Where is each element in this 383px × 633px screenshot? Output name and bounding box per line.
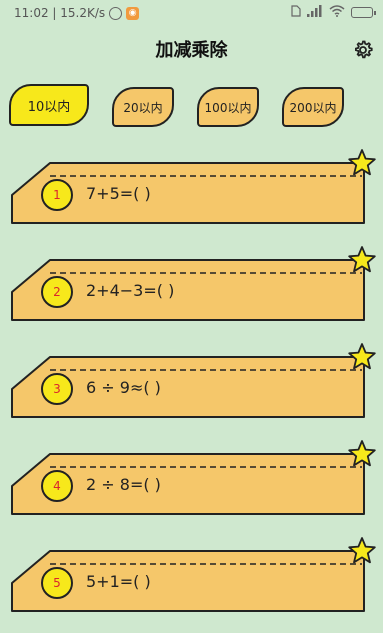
sim-icon (291, 5, 301, 20)
app-icon: ◉ (126, 6, 140, 20)
question-card[interactable]: 1 7+5=( ) (10, 149, 376, 230)
tab-within-10[interactable]: 10以内 (9, 84, 89, 126)
alarm-icon (109, 6, 123, 20)
question-number: 2 (53, 285, 61, 299)
star-icon[interactable] (347, 148, 377, 178)
tab-label: 200以内 (289, 100, 337, 115)
tab-within-100[interactable]: 100以内 (197, 87, 259, 127)
status-left: 11:02 | 15.2K/s ◉ (14, 6, 140, 20)
page-title: 加减乘除 (155, 40, 228, 61)
question-expression: 6 ÷ 9≈( ) (86, 378, 161, 397)
range-tabs: 10以内 20以内 100以内 200以内 (0, 84, 383, 132)
wifi-icon (329, 5, 345, 20)
question-card[interactable]: 5 5+1=( ) (10, 537, 376, 618)
question-number: 1 (53, 188, 61, 202)
question-expression: 5+1=( ) (86, 572, 151, 591)
question-card[interactable]: 3 6 ÷ 9≈( ) (10, 343, 376, 424)
tab-label: 20以内 (123, 100, 163, 115)
star-icon[interactable] (347, 536, 377, 566)
question-expression: 2 ÷ 8=( ) (86, 475, 161, 494)
tab-within-20[interactable]: 20以内 (112, 87, 174, 127)
signal-icon (307, 5, 323, 20)
question-number-badge: 2 (41, 276, 73, 308)
battery-icon (351, 7, 376, 18)
question-number: 3 (53, 382, 61, 396)
star-icon[interactable] (347, 439, 377, 469)
question-number-badge: 5 (41, 567, 73, 599)
tab-label: 100以内 (204, 100, 252, 115)
question-card[interactable]: 2 2+4−3=( ) (10, 246, 376, 327)
star-icon[interactable] (347, 245, 377, 275)
status-bar: 11:02 | 15.2K/s ◉ (0, 0, 383, 26)
question-number: 4 (53, 479, 61, 493)
status-time-speed: 11:02 | 15.2K/s (14, 6, 106, 20)
question-expression: 7+5=( ) (86, 184, 151, 203)
question-expression: 2+4−3=( ) (86, 281, 175, 300)
question-number: 5 (53, 576, 61, 590)
tab-label: 10以内 (27, 99, 71, 115)
tab-within-200[interactable]: 200以内 (282, 87, 344, 127)
question-number-badge: 1 (41, 179, 73, 211)
question-number-badge: 4 (41, 470, 73, 502)
gear-icon[interactable] (351, 38, 375, 62)
status-right (291, 5, 376, 20)
star-icon[interactable] (347, 342, 377, 372)
question-card[interactable]: 4 2 ÷ 8=( ) (10, 440, 376, 521)
question-number-badge: 3 (41, 373, 73, 405)
title-bar: 加减乘除 (0, 30, 383, 66)
